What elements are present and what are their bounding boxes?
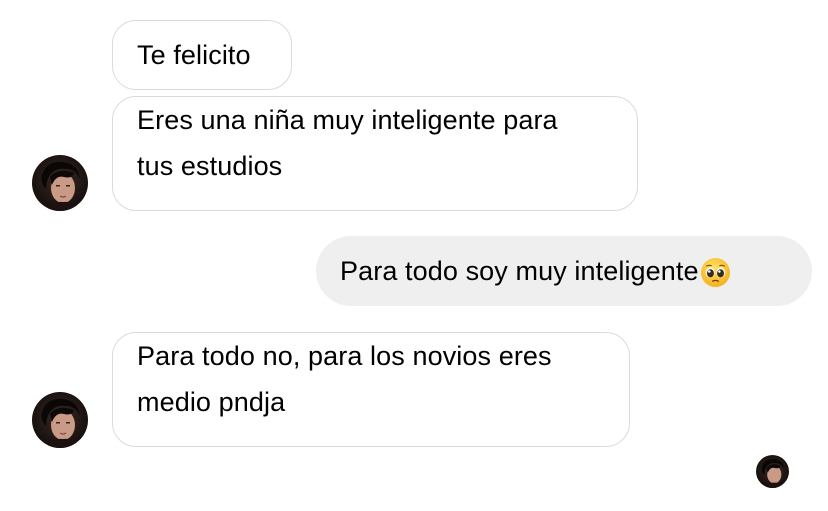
contact-avatar[interactable] bbox=[32, 155, 88, 211]
message-bubble-sent[interactable]: Para todo soy muy inteligente bbox=[316, 236, 812, 306]
avatar-image bbox=[756, 455, 789, 488]
message-text: tus estudios bbox=[137, 151, 283, 181]
message-bubble-received[interactable]: Para todo no, para los novios eres medio… bbox=[112, 332, 630, 447]
message-text: Te felicito bbox=[137, 40, 251, 70]
message-bubble-received[interactable]: Te felicito bbox=[112, 20, 292, 90]
message-text: medio pndja bbox=[137, 387, 286, 417]
avatar-image bbox=[32, 155, 88, 211]
avatar-image bbox=[32, 392, 88, 448]
message-text: Para todo no, para los novios eres bbox=[137, 341, 552, 371]
contact-avatar[interactable] bbox=[32, 392, 88, 448]
message-text: Para todo soy muy inteligente bbox=[340, 256, 699, 286]
pleading-face-icon bbox=[700, 256, 731, 287]
seen-receipt-avatar bbox=[756, 455, 789, 488]
message-bubble-received[interactable]: Eres una niña muy inteligente para tus e… bbox=[112, 96, 638, 211]
message-text: Eres una niña muy inteligente para bbox=[137, 105, 558, 135]
